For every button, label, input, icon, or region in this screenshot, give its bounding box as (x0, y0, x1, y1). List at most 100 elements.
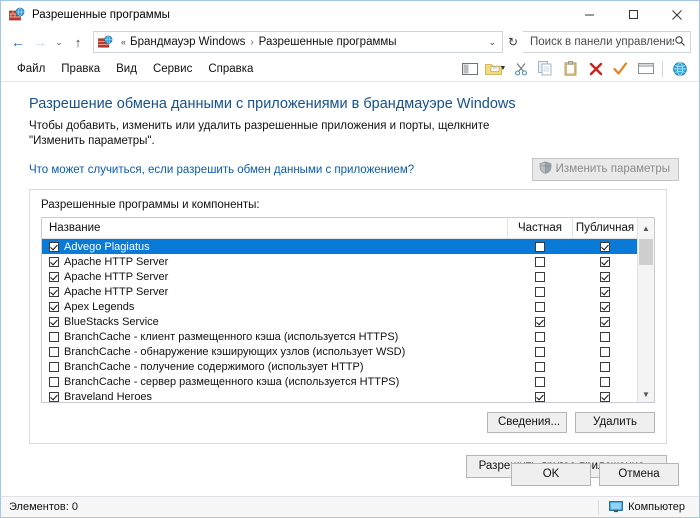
table-row[interactable]: BranchCache - сервер размещенного кэша (… (42, 374, 637, 389)
allowed-apps-listview[interactable]: Название Частная Публичная ▲ Advego Plag… (41, 217, 655, 403)
menu-item-edit[interactable]: Правка (53, 60, 108, 78)
public-network-checkbox[interactable] (599, 376, 610, 387)
private-network-checkbox[interactable] (534, 256, 545, 267)
app-enabled-checkbox[interactable] (49, 301, 59, 312)
app-name-cell[interactable]: Apache HTTP Server (42, 271, 507, 283)
table-row[interactable]: Braveland Heroes (42, 389, 637, 402)
private-network-checkbox[interactable] (534, 376, 545, 387)
public-network-checkbox-cell[interactable] (572, 376, 637, 387)
app-enabled-checkbox[interactable] (49, 361, 59, 372)
breadcrumb-separator[interactable]: › (245, 37, 258, 48)
private-network-checkbox-cell[interactable] (507, 301, 572, 312)
private-network-checkbox[interactable] (534, 241, 545, 252)
remove-button[interactable]: Удалить (575, 412, 655, 433)
column-header-public[interactable]: Публичная (572, 218, 637, 239)
private-network-checkbox-cell[interactable] (507, 286, 572, 297)
public-network-checkbox[interactable] (599, 316, 610, 327)
private-network-checkbox-cell[interactable] (507, 346, 572, 357)
column-header-private[interactable]: Частная (507, 218, 572, 239)
public-network-checkbox[interactable] (599, 391, 610, 402)
details-button[interactable]: Сведения... (487, 412, 567, 433)
breadcrumb-overflow[interactable]: « (117, 37, 130, 47)
table-row[interactable]: Apache HTTP Server (42, 254, 637, 269)
column-header-name[interactable]: Название (42, 222, 507, 234)
public-network-checkbox-cell[interactable] (572, 286, 637, 297)
private-network-checkbox[interactable] (534, 316, 545, 327)
organize-folder-icon[interactable]: ▼ (484, 58, 507, 80)
cut-icon[interactable] (509, 58, 532, 80)
app-name-cell[interactable]: Apache HTTP Server (42, 256, 507, 268)
private-network-checkbox-cell[interactable] (507, 361, 572, 372)
minimize-button[interactable] (567, 1, 611, 28)
app-name-cell[interactable]: BranchCache - получение содержимого (исп… (42, 361, 507, 373)
app-name-cell[interactable]: BranchCache - клиент размещенного кэша (… (42, 331, 507, 343)
public-network-checkbox-cell[interactable] (572, 271, 637, 282)
private-network-checkbox[interactable] (534, 286, 545, 297)
public-network-checkbox-cell[interactable] (572, 241, 637, 252)
private-network-checkbox-cell[interactable] (507, 376, 572, 387)
app-name-cell[interactable]: Apache HTTP Server (42, 286, 507, 298)
public-network-checkbox[interactable] (599, 331, 610, 342)
public-network-checkbox[interactable] (599, 241, 610, 252)
table-row[interactable]: Apex Legends (42, 299, 637, 314)
preview-pane-icon[interactable] (459, 58, 482, 80)
ok-button[interactable]: OK (511, 463, 591, 486)
public-network-checkbox-cell[interactable] (572, 346, 637, 357)
public-network-checkbox-cell[interactable] (572, 256, 637, 267)
public-network-checkbox-cell[interactable] (572, 361, 637, 372)
help-globe-icon[interactable] (668, 58, 691, 80)
private-network-checkbox[interactable] (534, 331, 545, 342)
breadcrumb-bar[interactable]: « Брандмауэр Windows › Разрешенные прогр… (93, 31, 503, 53)
private-network-checkbox-cell[interactable] (507, 391, 572, 402)
copy-icon[interactable] (534, 58, 557, 80)
private-network-checkbox-cell[interactable] (507, 316, 572, 327)
app-enabled-checkbox[interactable] (49, 376, 59, 387)
apply-checkmark-icon[interactable] (609, 58, 632, 80)
public-network-checkbox-cell[interactable] (572, 391, 637, 402)
public-network-checkbox[interactable] (599, 256, 610, 267)
table-row[interactable]: Apache HTTP Server (42, 284, 637, 299)
table-row[interactable]: BlueStacks Service (42, 314, 637, 329)
cancel-button[interactable]: Отмена (599, 463, 679, 486)
app-enabled-checkbox[interactable] (49, 346, 59, 357)
private-network-checkbox-cell[interactable] (507, 256, 572, 267)
app-name-cell[interactable]: Apex Legends (42, 301, 507, 313)
what-happens-link[interactable]: Что может случиться, если разрешить обме… (29, 164, 414, 176)
app-enabled-checkbox[interactable] (49, 271, 59, 282)
public-network-checkbox[interactable] (599, 361, 610, 372)
change-settings-button[interactable]: Изменить параметры (531, 158, 679, 181)
public-network-checkbox[interactable] (599, 271, 610, 282)
scroll-up-arrow-icon[interactable]: ▲ (637, 218, 654, 239)
chevron-down-icon[interactable]: ▼ (500, 65, 507, 72)
search-input[interactable]: Поиск в панели управления (530, 36, 674, 48)
back-arrow-icon[interactable]: ← (7, 31, 29, 53)
public-network-checkbox-cell[interactable] (572, 331, 637, 342)
private-network-checkbox[interactable] (534, 301, 545, 312)
app-enabled-checkbox[interactable] (49, 241, 59, 252)
private-network-checkbox[interactable] (534, 391, 545, 402)
chevron-down-icon[interactable]: ⌄ (482, 37, 502, 48)
private-network-checkbox[interactable] (534, 361, 545, 372)
menu-item-file[interactable]: Файл (9, 60, 53, 78)
table-row[interactable]: BranchCache - получение содержимого (исп… (42, 359, 637, 374)
private-network-checkbox[interactable] (534, 346, 545, 357)
public-network-checkbox[interactable] (599, 346, 610, 357)
paste-icon[interactable] (559, 58, 582, 80)
scrollbar-thumb[interactable] (639, 239, 653, 265)
recent-locations-icon[interactable]: ⌄ (51, 31, 67, 53)
app-name-cell[interactable]: BranchCache - обнаружение кэширующих узл… (42, 346, 507, 358)
close-button[interactable] (655, 1, 699, 28)
menu-item-tools[interactable]: Сервис (145, 60, 200, 78)
table-row[interactable]: BranchCache - обнаружение кэширующих узл… (42, 344, 637, 359)
app-enabled-checkbox[interactable] (49, 286, 59, 297)
breadcrumb-item-firewall[interactable]: Брандмауэр Windows (130, 36, 245, 48)
delete-icon[interactable] (584, 58, 607, 80)
up-arrow-icon[interactable]: ↑ (67, 31, 89, 53)
app-name-cell[interactable]: BlueStacks Service (42, 316, 507, 328)
scroll-down-arrow-icon[interactable]: ▼ (638, 387, 654, 402)
rename-window-icon[interactable] (634, 58, 657, 80)
app-enabled-checkbox[interactable] (49, 316, 59, 327)
app-enabled-checkbox[interactable] (49, 331, 59, 342)
app-enabled-checkbox[interactable] (49, 391, 59, 402)
maximize-button[interactable] (611, 1, 655, 28)
